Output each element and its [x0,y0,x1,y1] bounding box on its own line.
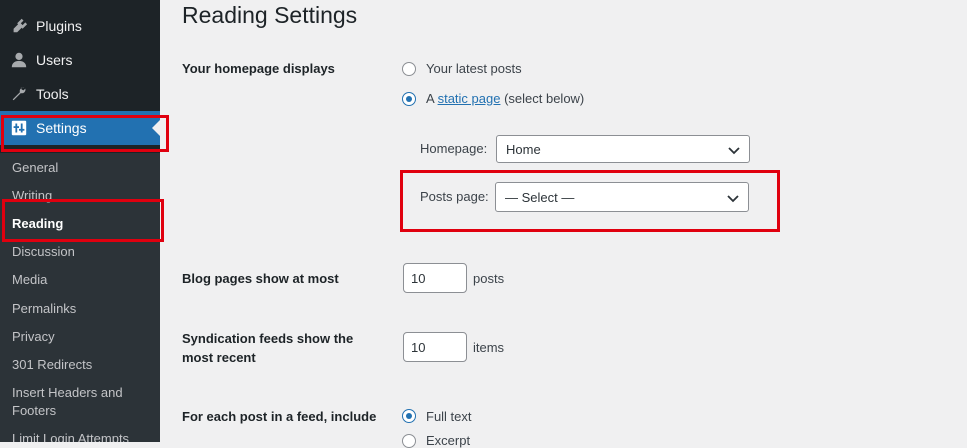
homepage-select-value: Home [506,141,541,157]
chevron-down-icon [727,143,741,160]
submenu-media[interactable]: Media [12,271,152,289]
feed-include-label: For each post in a feed, include [182,409,377,424]
menu-users[interactable]: Users [0,43,160,77]
blog-pages-label: Blog pages show at most [182,271,339,286]
page-title: Reading Settings [182,2,358,28]
submenu-general[interactable]: General [12,159,152,177]
submenu-permalinks[interactable]: Permalinks [12,300,152,318]
menu-tools-label: Tools [36,86,69,102]
homepage-select[interactable]: Home [496,135,750,163]
highlight-reading [2,199,164,242]
settings-submenu: General Writing Reading Discussion Media… [0,153,160,442]
homepage-displays-label: Your homepage displays [182,61,335,76]
blog-pages-input[interactable]: 10 [403,263,467,293]
users-icon [9,50,29,70]
submenu-privacy[interactable]: Privacy [12,328,152,346]
highlight-posts-page [400,170,780,232]
radio-static-page[interactable] [402,92,416,106]
homepage-select-label: Homepage: [420,141,488,156]
plugin-icon [9,16,29,36]
menu-tools[interactable]: Tools [0,77,160,111]
syndication-label: Syndication feeds show the most recent [182,331,354,365]
radio-static-page-label: A static page (select below) [426,91,585,106]
submenu-insert-headers-footers[interactable]: Insert Headers and Footers [12,384,152,420]
static-page-link[interactable]: static page [438,91,501,106]
wrench-icon [9,84,29,104]
radio-excerpt[interactable] [402,434,416,448]
menu-plugins-label: Plugins [36,18,82,34]
radio-latest-posts-label: Your latest posts [426,61,522,76]
menu-users-label: Users [36,52,73,68]
main-content: Reading Settings Your homepage displays … [160,0,967,448]
submenu-discussion[interactable]: Discussion [12,243,152,261]
radio-full-text-label: Full text [426,409,472,424]
submenu-301-redirects[interactable]: 301 Redirects [12,356,152,374]
radio-excerpt-label: Excerpt [426,433,471,448]
menu-plugins[interactable]: Plugins [0,9,160,43]
highlight-settings [1,115,169,152]
syndication-input[interactable]: 10 [403,332,467,362]
radio-latest-posts[interactable] [402,62,416,76]
blog-pages-unit: posts [473,271,505,286]
syndication-unit: items [473,340,505,355]
radio-full-text[interactable] [402,409,416,423]
submenu-limit-login-attempts[interactable]: Limit Login Attempts [12,430,152,442]
